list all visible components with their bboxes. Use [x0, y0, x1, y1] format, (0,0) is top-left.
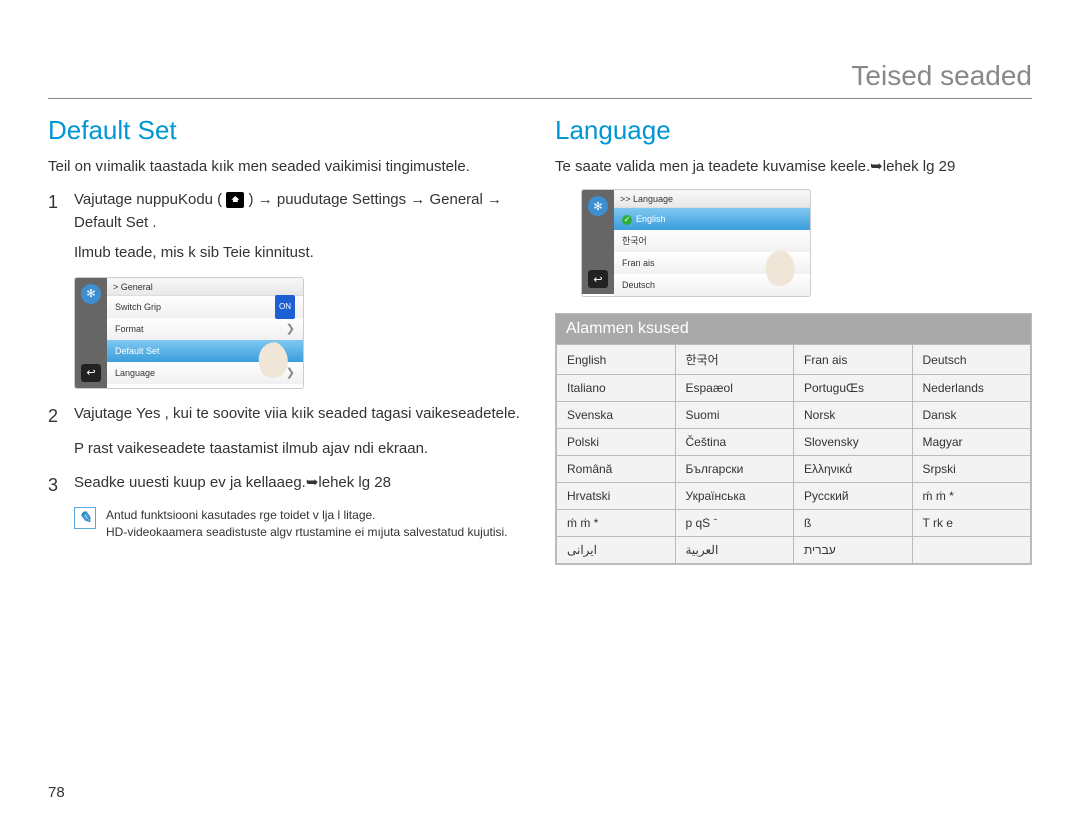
- step-number: 2: [48, 403, 64, 430]
- default-set-intro: Teil on vıimalik taastada kıik men seade…: [48, 156, 525, 177]
- lcd-item-label: Deutsch: [622, 274, 655, 296]
- language-cell: 한국어: [675, 345, 794, 375]
- table-row: SvenskaSuomiNorskDansk: [557, 402, 1031, 429]
- language-cell: ß: [794, 510, 913, 537]
- language-cell: p qS ˉ: [675, 510, 794, 537]
- note-line-2: HD-videokaamera seadistuste algv rtustam…: [106, 524, 508, 541]
- table-row: ایرانیالعربيةעברית: [557, 537, 1031, 564]
- table-row: ḿ ṁ *p qS ˉßT rk e: [557, 510, 1031, 537]
- lcd-item-korean: 한국어: [614, 230, 810, 252]
- language-cell: Čeština: [675, 429, 794, 456]
- language-cell: Espaæol: [675, 375, 794, 402]
- step-1-sub: Ilmub teade, mis k sib Teie kinnitust.: [74, 242, 525, 265]
- page-number: 78: [48, 784, 65, 801]
- lcd-item-label: Fran ais: [622, 252, 655, 274]
- table-row: RomânăБългарскиΕλληνικάSrpski: [557, 456, 1031, 483]
- home-icon: [226, 192, 244, 208]
- language-cell: Italiano: [557, 375, 676, 402]
- step-2: 2 Vajutage Yes , kui te soovite viia kıi…: [48, 403, 525, 430]
- step-3: 3 Seadke uuesti kuup ev ja kellaaeg.➥leh…: [48, 472, 525, 499]
- language-cell: English: [557, 345, 676, 375]
- touch-hand-icon: [766, 250, 800, 290]
- language-cell: Suomi: [675, 402, 794, 429]
- language-cell: PortuguŒs: [794, 375, 913, 402]
- language-cell: العربية: [675, 537, 794, 564]
- lcd-general-screenshot: ✻ ↩ > General Switch Grip ON Format ❯ De…: [74, 277, 304, 389]
- language-options-box: Alammen ksused English한국어Fran aisDeutsch…: [555, 313, 1032, 565]
- table-row: ItalianoEspaæolPortuguŒsNederlands: [557, 375, 1031, 402]
- lcd-item-switch-grip: Switch Grip ON: [107, 296, 303, 318]
- language-cell: Magyar: [912, 429, 1031, 456]
- language-cell: Українська: [675, 483, 794, 510]
- language-cell: Română: [557, 456, 676, 483]
- language-cell: ḿ ṁ *: [912, 483, 1031, 510]
- step-1-text-pre: Vajutage nuppuKodu (: [74, 191, 222, 208]
- note-line-1: Antud funktsiooni kasutades rge toidet v…: [106, 507, 508, 524]
- lcd-item-label: Switch Grip: [115, 296, 161, 318]
- step-number: 3: [48, 472, 64, 499]
- language-cell: Polski: [557, 429, 676, 456]
- language-cell: Slovensky: [794, 429, 913, 456]
- table-row: HrvatskiУкраїнськаРусскийḿ ṁ *: [557, 483, 1031, 510]
- step-2-sub: P rast vaikeseadete taastamist ilmub aja…: [74, 438, 525, 461]
- language-cell: Norsk: [794, 402, 913, 429]
- table-row: PolskiČeštinaSlovenskyMagyar: [557, 429, 1031, 456]
- touch-hand-icon: [259, 342, 293, 382]
- step-number: 1: [48, 189, 64, 234]
- language-cell: Deutsch: [912, 345, 1031, 375]
- default-set-heading: Default Set: [48, 115, 525, 146]
- step-2-text: Vajutage Yes , kui te soovite viia kıik …: [74, 403, 525, 430]
- lcd-item-label: Format: [115, 318, 144, 340]
- language-cell: T rk e: [912, 510, 1031, 537]
- right-column: Language Te saate valida men ja teadete …: [555, 115, 1032, 565]
- language-cell: Hrvatski: [557, 483, 676, 510]
- lcd-item-label: 한국어: [622, 230, 647, 252]
- left-column: Default Set Teil on vıimalik taastada kı…: [48, 115, 525, 565]
- submenu-header: Alammen ksused: [556, 314, 1031, 344]
- check-icon: ✓: [622, 215, 632, 225]
- language-cell: Srpski: [912, 456, 1031, 483]
- lcd-item-label: Default Set: [115, 340, 160, 362]
- language-cell: Nederlands: [912, 375, 1031, 402]
- note-block: ✎ Antud funktsiooni kasutades rge toidet…: [74, 507, 525, 541]
- lcd-item-english: ✓ English: [614, 208, 810, 230]
- language-cell: Български: [675, 456, 794, 483]
- on-badge: ON: [275, 295, 295, 319]
- language-cell: Русский: [794, 483, 913, 510]
- lcd-back-icon: ↩: [81, 364, 101, 382]
- language-cell: Svenska: [557, 402, 676, 429]
- chevron-right-icon: ❯: [286, 318, 295, 340]
- language-table: English한국어Fran aisDeutschItalianoEspaæol…: [556, 344, 1031, 564]
- language-cell: ḿ ṁ *: [557, 510, 676, 537]
- language-cell: Ελληνικά: [794, 456, 913, 483]
- language-cell: ایرانی: [557, 537, 676, 564]
- lcd-language-screenshot: ✻ ↩ >> Language ✓ English 한국어 Fran ais: [581, 189, 811, 297]
- page-header: Teised seaded: [48, 60, 1032, 99]
- lcd-item-format: Format ❯: [107, 318, 303, 340]
- language-cell: עברית: [794, 537, 913, 564]
- language-cell: Dansk: [912, 402, 1031, 429]
- language-cell: Fran ais: [794, 345, 913, 375]
- lcd-settings-icon: ✻: [81, 284, 101, 304]
- language-intro: Te saate valida men ja teadete kuvamise …: [555, 156, 1032, 177]
- table-row: English한국어Fran aisDeutsch: [557, 345, 1031, 375]
- lcd-item-label: Language: [115, 362, 155, 384]
- lcd-breadcrumb: >> Language: [614, 190, 810, 208]
- language-heading: Language: [555, 115, 1032, 146]
- step-3-text: Seadke uuesti kuup ev ja kellaaeg.➥lehek…: [74, 472, 525, 499]
- language-cell: [912, 537, 1031, 564]
- lcd-settings-icon: ✻: [588, 196, 608, 216]
- step-1: 1 Vajutage nuppuKodu ( ) → puudutage Set…: [48, 189, 525, 234]
- lcd-item-label: English: [636, 214, 666, 224]
- note-icon: ✎: [74, 507, 96, 529]
- lcd-back-icon: ↩: [588, 270, 608, 288]
- lcd-breadcrumb: > General: [107, 278, 303, 296]
